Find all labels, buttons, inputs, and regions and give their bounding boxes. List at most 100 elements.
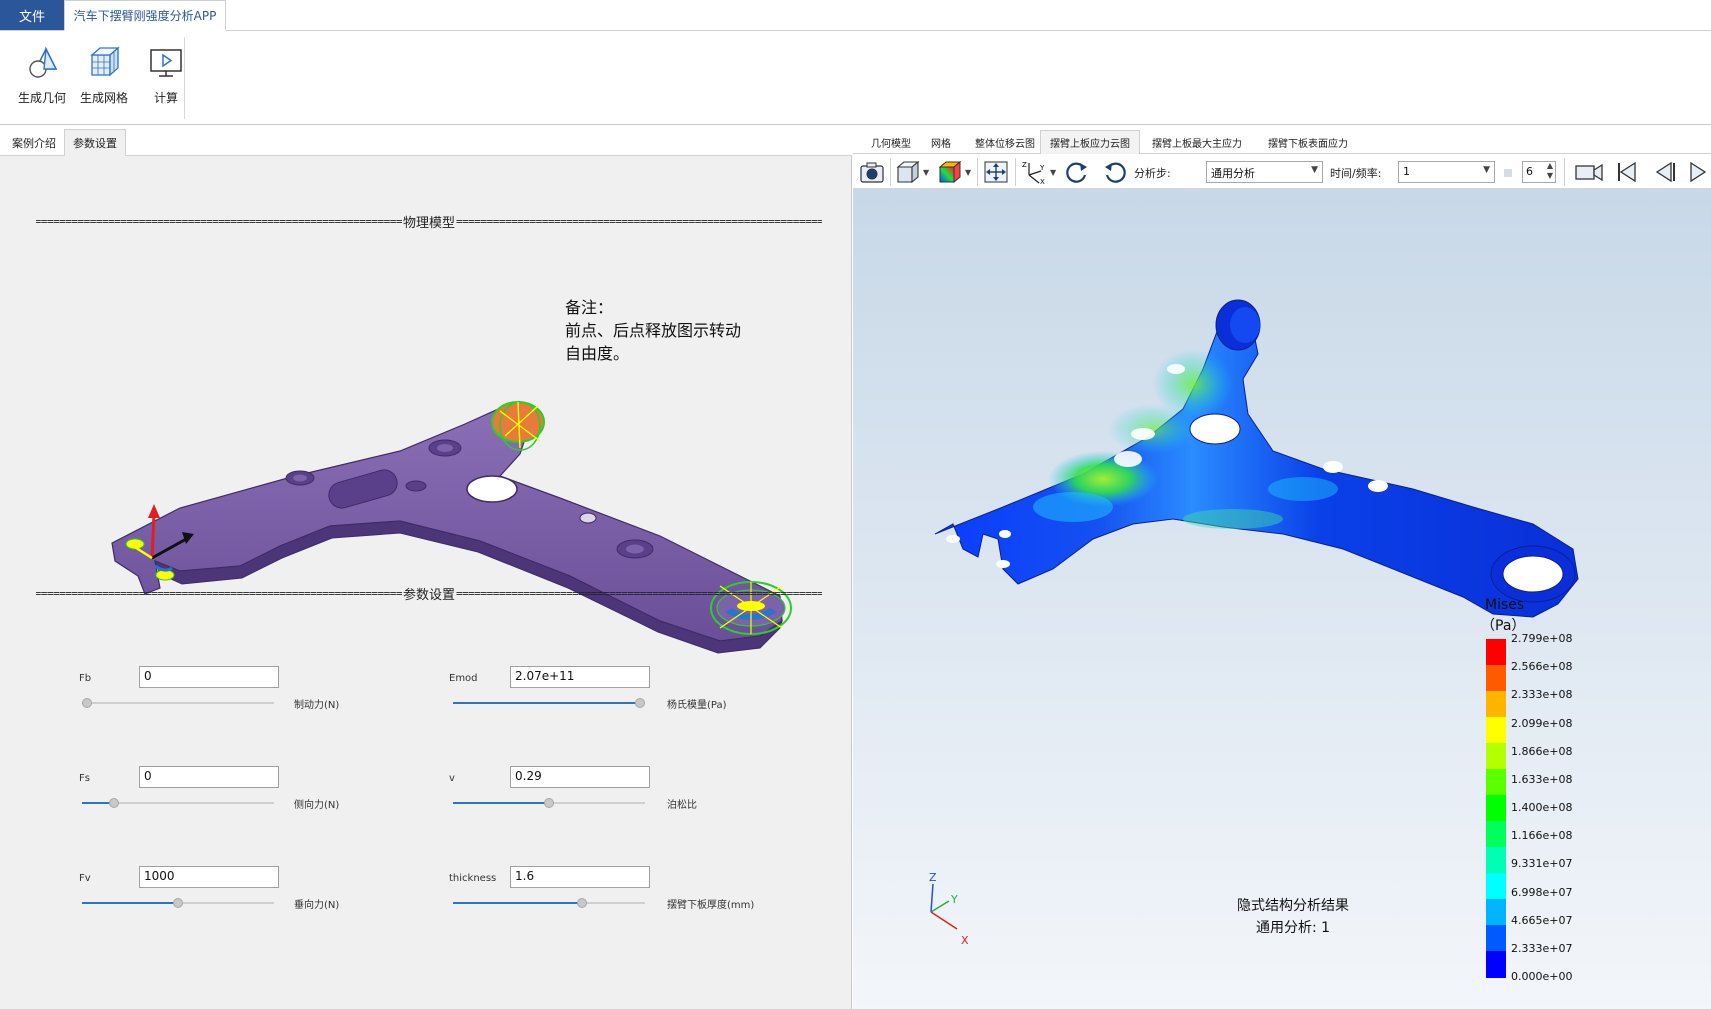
ribbon-separator [184, 37, 185, 119]
axis-orientation-icon[interactable]: Z Y X [1019, 159, 1047, 185]
analysis-step-label: 分析步: [1134, 167, 1171, 180]
generate-mesh-button[interactable]: 生成网格 [80, 43, 128, 106]
result-viewport[interactable]: Z Y X Mises （Pa） 2.799e+08 2.566e+08 2.333… [853, 189, 1711, 1009]
v-slider-thumb[interactable] [544, 798, 554, 808]
fb-slider-thumb[interactable] [82, 698, 92, 708]
analysis-step-value: 通用分析 [1211, 167, 1255, 180]
v-slider[interactable] [453, 798, 645, 808]
frame-indicator [1504, 169, 1512, 177]
previous-frame-icon[interactable] [1651, 159, 1679, 185]
chevron-down-icon: ▼ [1483, 165, 1490, 175]
fb-input[interactable]: 0 [139, 666, 279, 688]
chevron-down-icon: ▼ [1311, 165, 1318, 175]
generate-geometry-button[interactable]: 生成几何 [18, 43, 66, 106]
toolbar-separator [890, 158, 891, 186]
legend-value-label: 1.866e+08 [1511, 744, 1573, 758]
toolbar-separator [1015, 158, 1016, 186]
fv-input[interactable]: 1000 [139, 866, 279, 888]
stress-contour-model[interactable]: Z Y X [853, 189, 1711, 1009]
tab-param-settings[interactable]: 参数设置 [64, 129, 126, 156]
chevron-down-icon[interactable]: ▼ [965, 168, 971, 177]
time-frequency-label: 时间/频率: [1330, 167, 1382, 180]
time-frequency-select[interactable]: 1 ▼ [1398, 161, 1495, 183]
result-title: 隐式结构分析结果 [1237, 898, 1349, 914]
ribbon-tab-bar: 文件 汽车下摆臂刚强度分析APP [0, 0, 1711, 31]
legend-color-band [1486, 873, 1506, 900]
spin-arrows-icon[interactable]: ▲ ▼ [1547, 161, 1553, 181]
tab-displacement-contour[interactable]: 整体位移云图 [963, 130, 1047, 154]
fv-slider-thumb[interactable] [173, 898, 183, 908]
legend-value-label: 2.799e+08 [1511, 632, 1573, 645]
frame-spinbox[interactable]: 6 ▲ ▼ [1522, 161, 1556, 183]
contour-display-icon[interactable] [935, 159, 963, 185]
compute-button[interactable]: 计算 [146, 43, 186, 106]
fs-input[interactable]: 0 [139, 766, 279, 788]
time-frequency-value: 1 [1403, 165, 1410, 178]
tab-upper-plate-stress[interactable]: 摆臂上板应力云图 [1040, 130, 1140, 154]
emod-slider-thumb[interactable] [635, 698, 645, 708]
geometry-icon [29, 46, 58, 78]
thickness-label: thickness [449, 873, 497, 884]
legend-color-band [1486, 691, 1506, 718]
emod-slider-fill [453, 702, 640, 704]
monitor-play-icon [150, 49, 182, 77]
model-note: 备注： 前点、后点释放图示转动 自由度。 [565, 296, 741, 365]
chevron-down-icon[interactable]: ▼ [923, 168, 929, 177]
section-parameters: ========================================… [36, 584, 822, 603]
camera-icon[interactable] [858, 159, 886, 185]
legend-value-label: 0.000e+00 [1511, 970, 1573, 983]
fv-unit: 垂向力(N) [294, 900, 340, 911]
play-icon[interactable] [1687, 159, 1707, 185]
svg-text:Y: Y [1039, 164, 1045, 172]
video-record-icon[interactable] [1573, 159, 1605, 185]
v-slider-fill [453, 802, 549, 804]
parameter-panel: 案例介绍 参数设置 ==============================… [0, 126, 852, 1009]
emod-slider[interactable] [453, 698, 645, 708]
divider-rule-right: ========================================… [456, 587, 822, 600]
analysis-step-select[interactable]: 通用分析 ▼ [1206, 161, 1323, 183]
v-unit: 泊松比 [667, 800, 697, 811]
legend-color-band [1486, 717, 1506, 744]
legend-color-band [1486, 795, 1506, 822]
legend-value-label: 1.633e+08 [1511, 772, 1573, 786]
divider-rule-right: ========================================… [456, 215, 822, 228]
emod-unit: 杨氏模量(Pa) [667, 700, 727, 711]
result-tab-bar: 几何模型 网格 整体位移云图 摆臂上板应力云图 摆臂上板最大主应力 摆臂下板表面… [853, 126, 1711, 154]
divider-rule-left: ========================================… [36, 587, 402, 600]
emod-label: Emod [449, 673, 478, 684]
file-tab[interactable]: 文件 [0, 0, 64, 30]
rotate-counterclockwise-icon[interactable] [1101, 159, 1129, 185]
color-legend [1486, 639, 1506, 978]
thickness-slider-thumb[interactable] [577, 898, 587, 908]
fit-view-icon[interactable] [982, 159, 1010, 185]
fs-slider-thumb[interactable] [109, 798, 119, 808]
rotate-clockwise-icon[interactable] [1063, 159, 1091, 185]
svg-text:Z: Z [1022, 161, 1027, 169]
fs-slider[interactable] [82, 798, 274, 808]
fv-label: Fv [79, 873, 91, 884]
frame-value: 6 [1526, 165, 1533, 178]
first-frame-icon[interactable] [1613, 159, 1641, 185]
thickness-input[interactable]: 1.6 [510, 866, 650, 888]
thickness-slider[interactable] [453, 898, 645, 908]
tab-mesh[interactable]: 网格 [923, 130, 959, 154]
view-cube-icon[interactable] [893, 159, 921, 185]
emod-input[interactable]: 2.07e+11 [510, 666, 650, 688]
chevron-down-icon[interactable]: ▼ [1050, 168, 1056, 177]
fb-slider[interactable] [82, 698, 274, 708]
tab-lower-plate-surface[interactable]: 摆臂下板表面应力 [1253, 130, 1363, 154]
app-tab[interactable]: 汽车下摆臂刚强度分析APP [64, 0, 226, 31]
legend-value-label: 9.331e+07 [1511, 857, 1573, 871]
legend-value-label: 2.333e+07 [1511, 941, 1573, 955]
tab-case-intro[interactable]: 案例介绍 [6, 129, 62, 156]
fv-slider[interactable] [82, 898, 274, 908]
tab-upper-plate-principal[interactable]: 摆臂上板最大主应力 [1145, 130, 1249, 154]
thickness-slider-fill [453, 902, 582, 904]
legend-title: Mises [1485, 597, 1525, 613]
tab-geometry-model[interactable]: 几何模型 [863, 130, 919, 154]
fs-label: Fs [79, 773, 90, 784]
triad-x-label: X [961, 934, 969, 947]
legend-color-band [1486, 639, 1506, 666]
note-line-1: 备注： [565, 298, 614, 317]
v-input[interactable]: 0.29 [510, 766, 650, 788]
